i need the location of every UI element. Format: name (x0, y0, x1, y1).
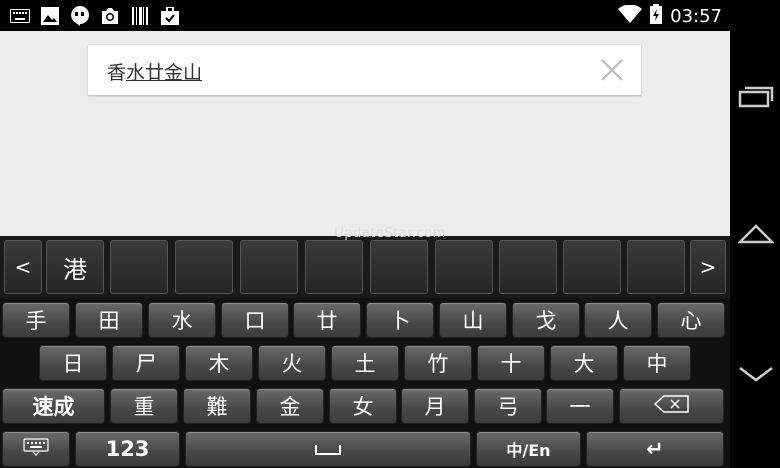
numbers-key[interactable]: 123 (75, 431, 180, 467)
candidate-prev-button[interactable]: < (4, 240, 42, 294)
briefcase-icon (160, 6, 180, 25)
space-icon (315, 437, 341, 461)
wifi-icon (618, 4, 643, 27)
back-icon[interactable] (738, 360, 774, 388)
search-box[interactable]: 香水廿金山 (88, 45, 641, 95)
key-手[interactable]: 手 (2, 302, 70, 338)
key-弓[interactable]: 弓 (474, 388, 542, 424)
key-口[interactable]: 口 (221, 302, 289, 338)
candidate-item[interactable] (370, 240, 428, 294)
key-水[interactable]: 水 (148, 302, 216, 338)
candidate-bar: < 港 > (0, 236, 730, 298)
candidate-item[interactable] (175, 240, 233, 294)
candidate-item[interactable] (110, 240, 168, 294)
key-月[interactable]: 月 (401, 388, 469, 424)
quick-mode-key[interactable]: 速成 (2, 388, 105, 424)
key-尸[interactable]: 尸 (112, 345, 180, 381)
candidate-item[interactable] (435, 240, 493, 294)
key-大[interactable]: 大 (550, 345, 618, 381)
hangouts-icon (70, 5, 90, 26)
candidate-item[interactable] (627, 240, 685, 294)
system-icons: 03:57 (618, 4, 722, 28)
status-bar: 03:57 (0, 0, 730, 31)
clock: 03:57 (670, 5, 722, 27)
keyboard-switch-key[interactable] (2, 431, 70, 467)
ime-keyboard: < 港 > 手 田 水 口 廿 卜 山 戈 人 心 日 尸 木 火 土 竹 十 … (0, 236, 730, 468)
keyboard-icon (23, 437, 49, 461)
composing-text: 水廿金山 (126, 62, 203, 84)
image-icon (40, 6, 60, 25)
key-火[interactable]: 火 (258, 345, 326, 381)
watermark: UpdateStar.com (334, 226, 446, 241)
key-一[interactable]: 一 (546, 388, 614, 424)
search-input[interactable]: 香水廿金山 (107, 58, 202, 85)
key-土[interactable]: 土 (331, 345, 399, 381)
battery-icon (650, 4, 663, 28)
key-金[interactable]: 金 (256, 388, 324, 424)
key-廿[interactable]: 廿 (293, 302, 361, 338)
key-難[interactable]: 難 (183, 388, 251, 424)
key-心[interactable]: 心 (657, 302, 725, 338)
candidate-item[interactable] (499, 240, 557, 294)
key-十[interactable]: 十 (477, 345, 545, 381)
notification-icons (10, 5, 180, 26)
keyboard-icon (10, 6, 30, 25)
key-竹[interactable]: 竹 (404, 345, 472, 381)
barcode-icon (130, 6, 150, 25)
clear-icon[interactable] (599, 57, 625, 83)
key-戈[interactable]: 戈 (512, 302, 580, 338)
recent-apps-icon[interactable] (738, 82, 774, 110)
key-日[interactable]: 日 (39, 345, 107, 381)
app-content: 香水廿金山 (0, 31, 730, 236)
candidate-item[interactable] (563, 240, 621, 294)
candidate-next-button[interactable]: > (690, 240, 726, 294)
backspace-key[interactable] (619, 388, 724, 424)
enter-key[interactable]: ↵ (586, 431, 724, 467)
language-switch-key[interactable]: 中/En (476, 431, 581, 467)
key-田[interactable]: 田 (75, 302, 143, 338)
camera-icon (100, 6, 120, 25)
key-重[interactable]: 重 (110, 388, 178, 424)
key-女[interactable]: 女 (329, 388, 397, 424)
space-key[interactable] (185, 431, 471, 467)
key-中[interactable]: 中 (623, 345, 691, 381)
candidate-item[interactable] (240, 240, 298, 294)
candidate-item[interactable]: 港 (46, 240, 104, 294)
key-山[interactable]: 山 (439, 302, 507, 338)
key-卜[interactable]: 卜 (366, 302, 434, 338)
backspace-icon (653, 394, 690, 418)
key-人[interactable]: 人 (584, 302, 652, 338)
key-木[interactable]: 木 (185, 345, 253, 381)
candidate-item[interactable] (305, 240, 363, 294)
committed-text: 香 (107, 62, 127, 84)
